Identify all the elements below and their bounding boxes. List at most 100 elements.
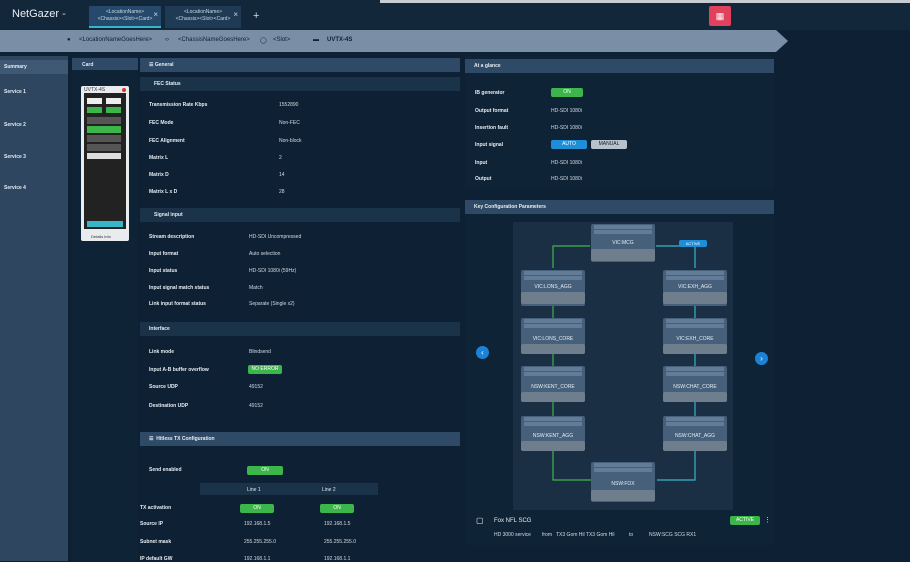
row-label: Input status <box>149 268 178 274</box>
row-label: FEC Mode <box>149 120 174 126</box>
tab-location: <LocationName> <box>183 9 223 15</box>
grid-menu-icon[interactable]: ▦ <box>709 6 731 26</box>
top-bar: NetGazer - <LocationName> <Chassis><Slot… <box>0 0 910 30</box>
row-value: 49152 <box>249 403 263 409</box>
add-tab-icon[interactable]: + <box>253 10 259 22</box>
location-pin-icon: ● <box>67 37 71 43</box>
row-value: 192.168.1.5 <box>324 521 351 527</box>
breadcrumb-chassis[interactable]: <ChassisNameGoesHere> <box>178 37 250 43</box>
tx-activation-line-1-toggle[interactable]: ON <box>240 504 274 513</box>
tx-activation-line-2-toggle[interactable]: ON <box>320 504 354 513</box>
tab-card-1[interactable]: <LocationName> <Chassis><Slot><Card> × <box>89 6 161 28</box>
card-panel: Card UVTX-4S Details info <box>72 56 138 561</box>
row-value: HD-SDI 1080i (59Hz) <box>249 268 297 274</box>
chevron-right-icon[interactable]: › <box>755 352 768 365</box>
kcp-title: Key Configuration Parameters <box>465 200 774 214</box>
topology-node-backup <box>663 292 727 304</box>
row-value: Auto selection <box>249 251 281 257</box>
topology-node-backup <box>663 344 727 354</box>
row-label: TX activation <box>140 505 172 511</box>
input-signal-manual-button[interactable]: MANUAL <box>591 140 627 149</box>
breadcrumb-location[interactable]: <LocationNameGoesHere> <box>79 37 152 43</box>
row-label: Input format <box>149 251 179 257</box>
row-label: Output <box>475 176 492 182</box>
slot-icon: ◯ <box>260 38 267 44</box>
send-enabled-toggle[interactable]: ON <box>247 466 283 475</box>
row-label: Matrix L <box>149 155 169 161</box>
row-label: Insertion fault <box>475 125 509 131</box>
service-title[interactable]: Fox NFL SCG <box>494 518 531 524</box>
row-value: HD-SDI 1080i <box>551 160 582 166</box>
node-label: NSW:CHAT_CORE <box>673 384 717 390</box>
sidebar-item-label: Service 1 <box>4 89 26 95</box>
kcp-panel: Key Configuration Parameters ‹ › VIC:MCG… <box>465 200 774 545</box>
sidebar-item-service-2[interactable]: Service 2 <box>0 122 68 128</box>
row-label: Send enabled <box>149 467 182 473</box>
card-device-image[interactable]: UVTX-4S Details info <box>81 86 129 241</box>
service-detail: HD 3000 service <box>494 532 531 538</box>
close-icon[interactable]: × <box>153 11 158 19</box>
general-title: General <box>154 62 174 68</box>
tab-location: <LocationName> <box>105 9 145 15</box>
sidebar-item-label: Service 4 <box>4 185 26 191</box>
sidebar: Summary Service 1 Service 2 Service 3 Se… <box>0 56 68 561</box>
row-label: Matrix L x D <box>149 189 178 195</box>
card-icon: ▬ <box>313 37 319 43</box>
row-value: 28 <box>279 189 285 195</box>
row-value: HD-SDI 1080i <box>551 176 582 182</box>
row-label: Matrix D <box>149 172 169 178</box>
column-header-line-1: Line 1 <box>247 487 261 493</box>
close-icon[interactable]: × <box>233 11 238 19</box>
row-value: 255.255.255.0 <box>244 539 276 545</box>
brand-name: NetGazer <box>12 8 60 20</box>
more-options-icon[interactable]: ⋮ <box>764 516 771 524</box>
active-path-badge: ACTIVE <box>679 240 707 247</box>
topology-node-backup <box>521 392 585 402</box>
row-value: 192.168.1.1 <box>324 556 351 562</box>
row-value: HD-SDI 1080i <box>551 108 582 114</box>
sidebar-item-service-1[interactable]: Service 1 <box>0 89 68 95</box>
row-label: Transmission Rate Kbps <box>149 102 208 108</box>
breadcrumb-slot[interactable]: <Slot> <box>273 37 290 43</box>
row-label: Destination UDP <box>149 403 189 409</box>
row-value: 14 <box>279 172 285 178</box>
sidebar-item-summary[interactable]: Summary <box>0 60 68 74</box>
row-label: Input signal match status <box>149 285 210 291</box>
row-label: Stream description <box>149 234 195 240</box>
sidebar-item-service-3[interactable]: Service 3 <box>0 154 68 160</box>
sidebar-item-label: Service 2 <box>4 122 26 128</box>
input-signal-auto-button[interactable]: AUTO <box>551 140 587 149</box>
device-front-panel <box>84 93 126 229</box>
app-logo[interactable]: NetGazer - <box>12 8 66 20</box>
signal-input-header: Signal input <box>140 208 460 222</box>
general-header: ☰ General <box>140 58 460 72</box>
chevron-left-icon[interactable]: ‹ <box>476 346 489 359</box>
row-label: Link input format status <box>149 301 206 307</box>
ib-generator-toggle[interactable]: ON <box>551 88 583 97</box>
sidebar-item-label: Summary <box>4 64 27 70</box>
sidebar-item-label: Service 3 <box>4 154 26 160</box>
node-label: NSW:KENT_CORE <box>531 384 575 390</box>
row-value: 2 <box>279 155 282 161</box>
topology-node-backup <box>591 249 655 261</box>
sidebar-item-service-4[interactable]: Service 4 <box>0 185 68 191</box>
node-label: VIC:EXH_CORE <box>676 336 714 342</box>
service-from-label: from <box>542 532 552 538</box>
row-label: Input <box>475 160 488 166</box>
tab-card-2[interactable]: <LocationName> <Chassis><Slot><Card> × <box>165 6 241 28</box>
tab-path: <Chassis><Slot><Card> <box>97 16 153 22</box>
service-to-label: to <box>629 532 634 538</box>
buffer-overflow-status-badge: NO ERROR <box>248 365 282 374</box>
row-value: 192.168.1.1 <box>244 556 271 562</box>
alarm-led-icon <box>122 88 126 92</box>
tab-path: <Chassis><Slot><Card> <box>175 16 231 22</box>
fec-status-header: FEC Status <box>140 77 460 91</box>
topology-node-backup <box>663 392 727 402</box>
hitless-table-header <box>200 483 378 495</box>
node-label: NSW:KENT_AGG <box>532 433 574 439</box>
device-footer: Details info <box>91 234 111 239</box>
row-label: FEC Alignment <box>149 138 185 144</box>
breadcrumb-card: UVTX-4S <box>327 37 353 43</box>
row-label: IB generator <box>475 90 505 96</box>
row-label: Link mode <box>149 349 175 355</box>
